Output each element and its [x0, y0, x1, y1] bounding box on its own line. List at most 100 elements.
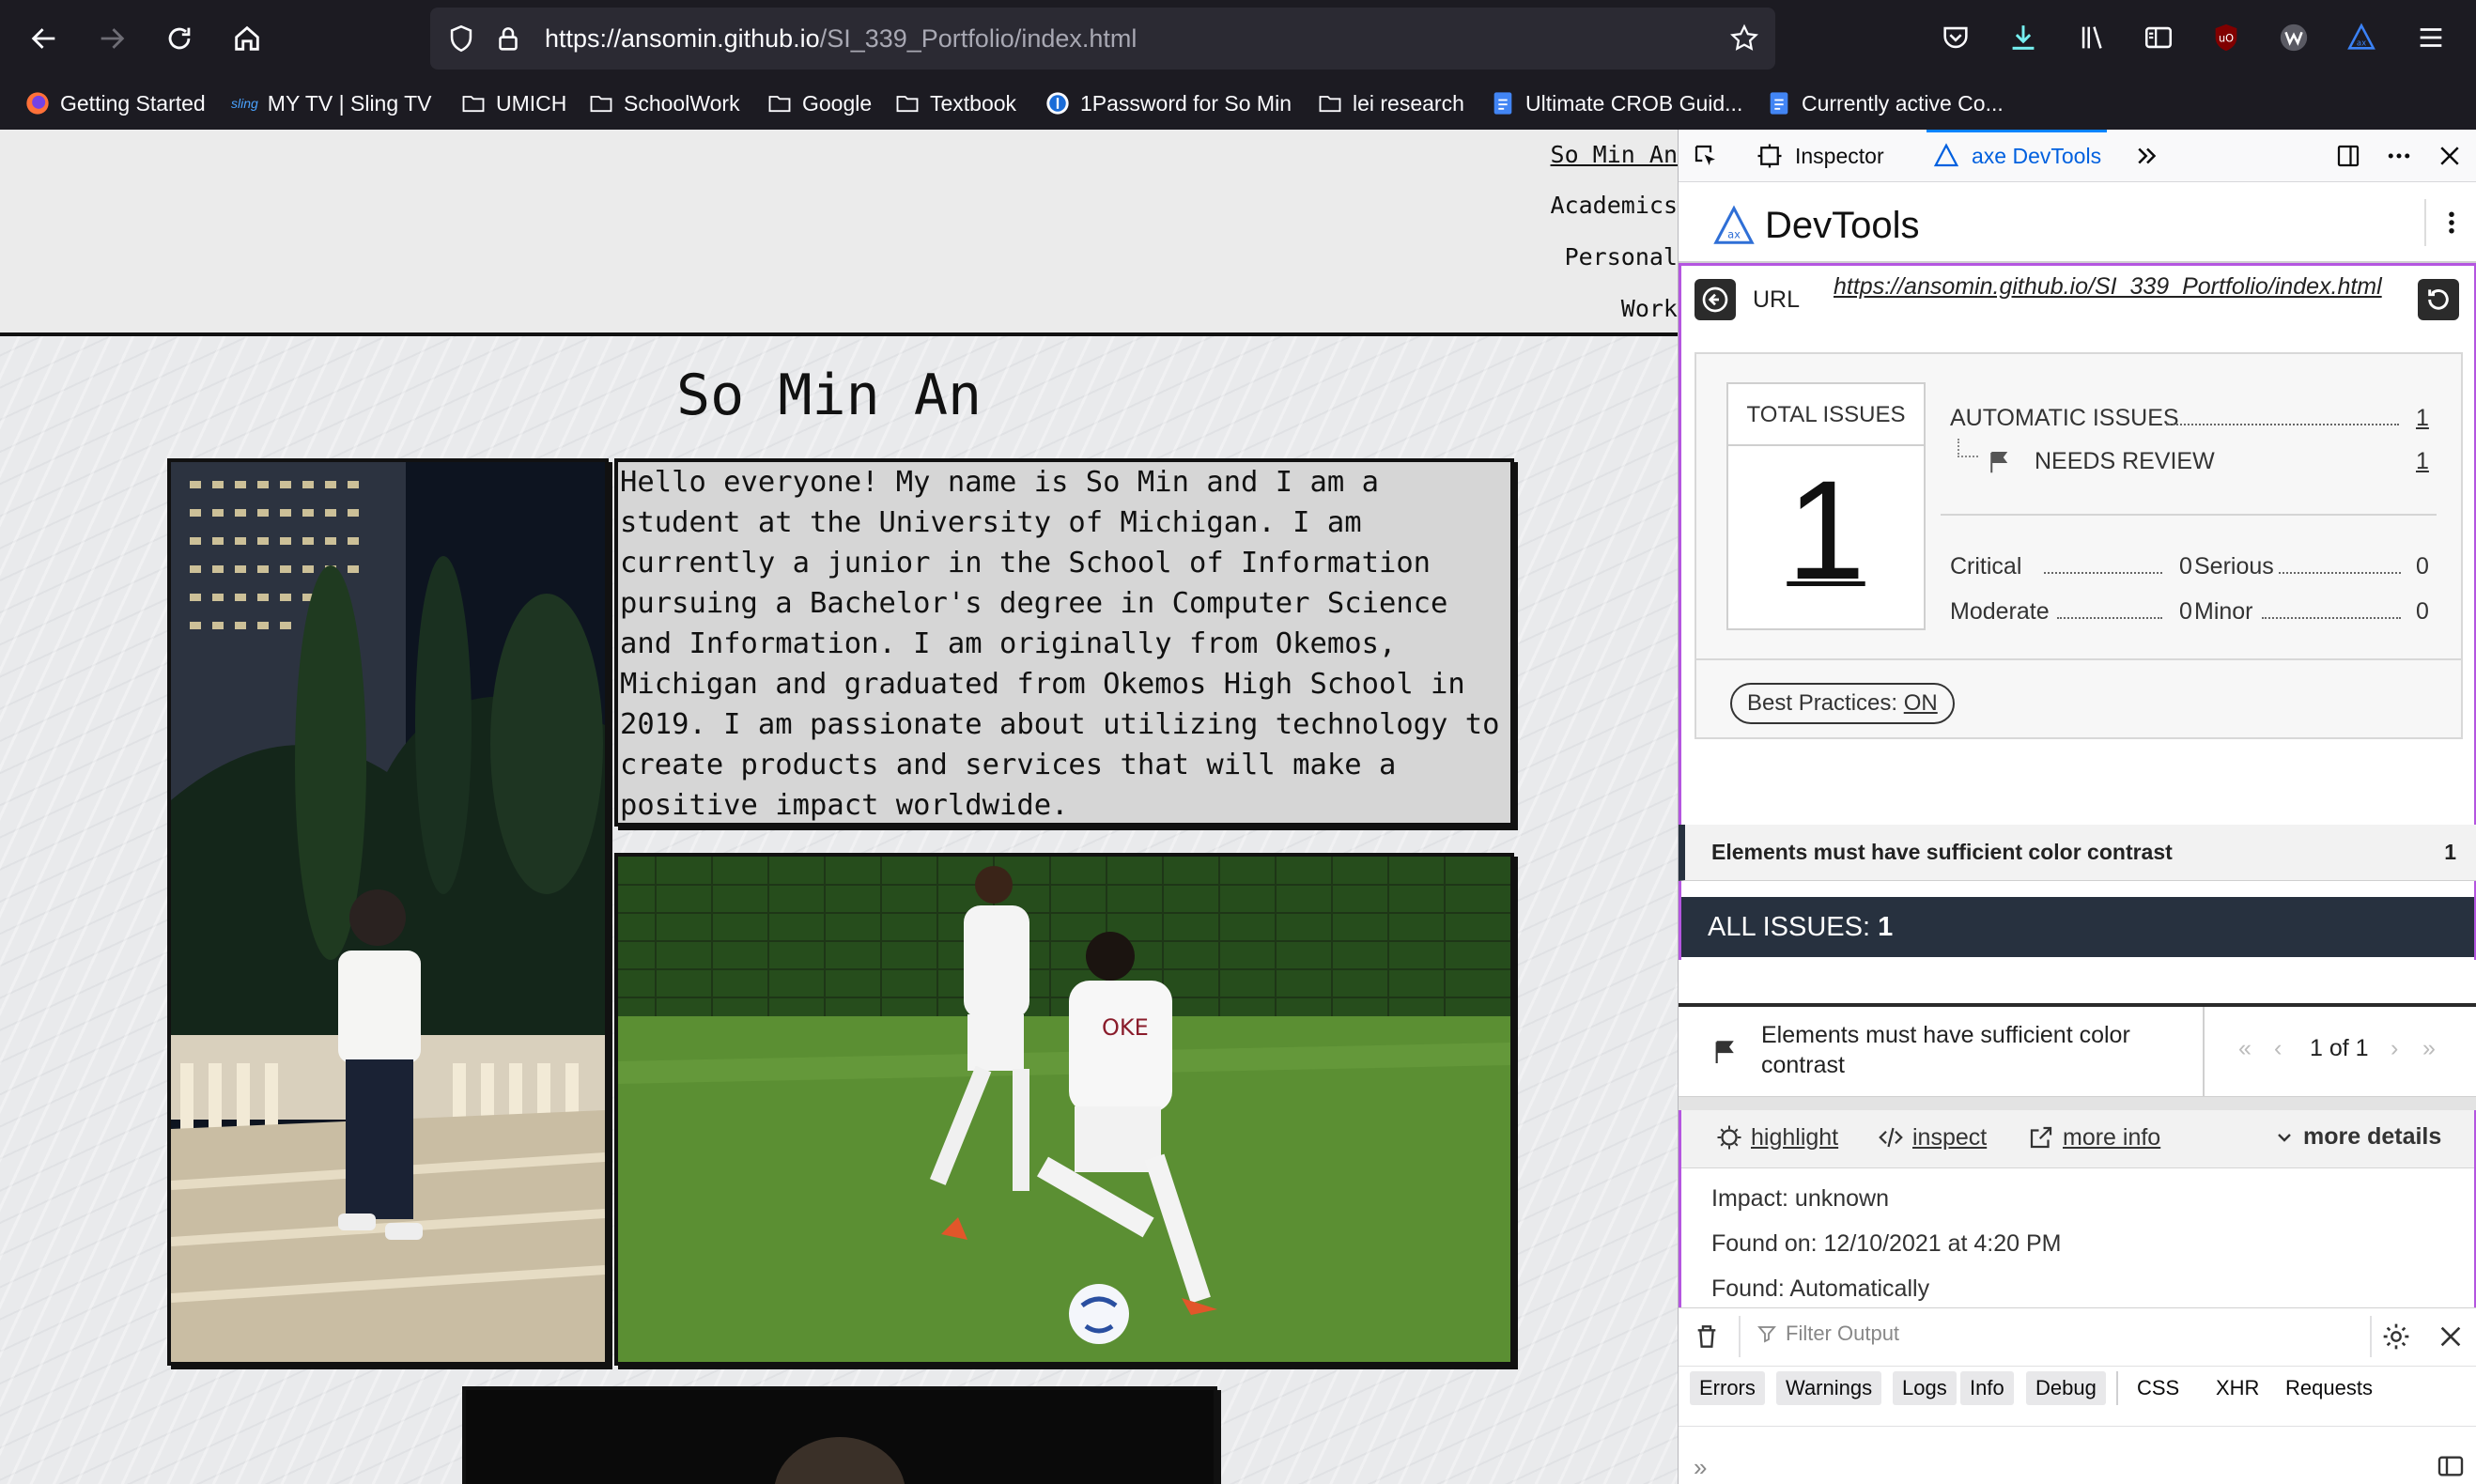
bookmark-lei-research[interactable]: lei research [1317, 86, 1464, 120]
total-issues-label: TOTAL ISSUES [1728, 384, 1924, 446]
url-text[interactable]: https://ansomin.github.io/SI_339_Portfol… [545, 24, 1137, 54]
total-issues-value[interactable]: 1 [1728, 459, 1924, 600]
filter-css[interactable]: CSS [2137, 1371, 2179, 1405]
bookmark-label: Google [802, 90, 873, 116]
devtools-menu-button[interactable] [2385, 130, 2413, 182]
wappalyzer-button[interactable] [2273, 17, 2314, 58]
found-on-text: Found on: 12/10/2021 at 4:20 PM [1711, 1230, 2062, 1257]
portrait-photo [167, 458, 609, 1366]
sidebar-button[interactable] [2138, 17, 2179, 58]
inspect-link[interactable]: inspect [1912, 1124, 1987, 1152]
issue-actions-bar: highlight inspect more info more details [1681, 1110, 2474, 1168]
trash-icon[interactable] [1692, 1322, 1722, 1352]
bookmark-1password[interactable]: 1Password for So Min [1045, 86, 1292, 120]
highlight-link[interactable]: highlight [1751, 1124, 1838, 1152]
bookmark-crob-guide[interactable]: Ultimate CROB Guid... [1490, 86, 1742, 120]
nav-link-work[interactable]: Work [1621, 295, 1678, 322]
dotted-leader [2262, 617, 2401, 619]
bookmark-label: UMICH [496, 90, 567, 116]
inspect-button[interactable]: inspect [1877, 1123, 1987, 1152]
back-button[interactable] [19, 13, 70, 64]
reload-button[interactable] [154, 13, 205, 64]
filter-errors[interactable]: Errors [1690, 1371, 1765, 1405]
minor-label: Minor [2194, 598, 2253, 625]
bookmark-schoolwork[interactable]: SchoolWork [588, 86, 740, 120]
gear-icon[interactable] [2381, 1322, 2411, 1352]
more-info-link[interactable]: more info [2063, 1124, 2160, 1152]
pocket-button[interactable] [1935, 17, 1976, 58]
dock-button[interactable] [2334, 130, 2362, 182]
forward-button[interactable] [86, 13, 137, 64]
console-prompt-icon[interactable]: » [1694, 1453, 1707, 1482]
arrow-left-icon [31, 28, 55, 49]
first-page-button[interactable]: « [2238, 1035, 2252, 1062]
bookmark-label: SchoolWork [624, 90, 740, 116]
close-devtools-button[interactable] [2436, 130, 2464, 182]
filter-requests[interactable]: Requests [2285, 1371, 2373, 1405]
next-page-button[interactable]: › [2391, 1035, 2398, 1062]
issue-row[interactable]: Elements must have sufficient color cont… [1679, 825, 2476, 881]
toolbar-divider [1739, 1316, 1741, 1357]
axe-logo-icon: ax [1713, 205, 1755, 244]
folder-icon [766, 90, 793, 116]
nav-link-academics[interactable]: Academics [1551, 192, 1678, 219]
filter-warnings[interactable]: Warnings [1776, 1371, 1882, 1405]
split-console-icon[interactable] [2436, 1451, 2466, 1481]
dock-icon [2337, 145, 2360, 167]
filter-info[interactable]: Info [1960, 1371, 2014, 1405]
library-button[interactable] [2072, 17, 2113, 58]
last-page-button[interactable]: » [2422, 1035, 2436, 1062]
axe-menu-button[interactable] [2424, 199, 2471, 246]
svg-text:uO: uO [2219, 31, 2234, 44]
prev-page-button[interactable]: ‹ [2274, 1035, 2282, 1062]
bookmark-sling[interactable]: sling MY TV | Sling TV [231, 86, 432, 120]
all-issues-label: ALL ISSUES: [1708, 912, 1871, 942]
moderate-label: Moderate [1950, 598, 2050, 625]
filter-debug[interactable]: Debug [2026, 1371, 2106, 1405]
nav-link-personal[interactable]: Personal [1565, 243, 1678, 271]
third-image [466, 1390, 1214, 1484]
more-details-toggle[interactable]: more details [2273, 1123, 2441, 1151]
kebab-icon [2449, 211, 2454, 234]
best-practices-label: Best Practices: [1747, 690, 1898, 716]
filter-output-input[interactable]: Filter Output [1756, 1322, 1899, 1346]
bookmark-google[interactable]: Google [766, 86, 872, 120]
more-tools-button[interactable] [2133, 130, 2161, 182]
back-to-overview-button[interactable] [1695, 279, 1736, 320]
bookmark-currently-active[interactable]: Currently active Co... [1766, 86, 2004, 120]
url-bar[interactable]: https://ansomin.github.io/SI_339_Portfol… [430, 8, 1775, 70]
lock-icon[interactable] [492, 23, 524, 54]
svg-text:ax: ax [2357, 39, 2366, 49]
automatic-issues-value[interactable]: 1 [2416, 405, 2429, 432]
best-practices-toggle[interactable]: Best Practices: ON [1730, 683, 1955, 724]
axe-extension-button[interactable]: ax [2341, 17, 2382, 58]
needs-review-value[interactable]: 1 [2416, 448, 2429, 475]
bookmark-label: Ultimate CROB Guid... [1525, 90, 1743, 116]
scanned-url-link[interactable]: https://ansomin.github.io/SI_339_Portfol… [1834, 271, 2395, 301]
tab-inspector[interactable]: Inspector [1756, 130, 1884, 182]
shield-icon[interactable] [445, 23, 477, 54]
issue-row-label: Elements must have sufficient color cont… [1711, 840, 2173, 864]
bookmark-getting-started[interactable]: Getting Started [24, 86, 206, 120]
highlight-button[interactable]: highlight [1715, 1123, 1838, 1152]
filter-xhr[interactable]: XHR [2216, 1371, 2259, 1405]
close-icon[interactable] [2436, 1322, 2466, 1352]
tab-axe-devtools[interactable]: axe DevTools [1927, 130, 2108, 182]
home-button[interactable] [222, 13, 272, 64]
more-info-button[interactable]: more info [2027, 1123, 2160, 1152]
star-icon[interactable] [1728, 23, 1760, 54]
bookmark-textbook[interactable]: Textbook [894, 86, 1016, 120]
ublock-button[interactable]: uO [2205, 17, 2247, 58]
arrow-circle-left-icon [1702, 286, 1728, 313]
bookmark-umich[interactable]: UMICH [460, 86, 566, 120]
impact-text: Impact: unknown [1711, 1185, 1889, 1212]
filter-divider [2116, 1371, 2118, 1405]
hamburger-icon [2420, 28, 2442, 47]
nav-link-home[interactable]: So Min An [1551, 141, 1678, 168]
filter-logs[interactable]: Logs [1893, 1371, 1957, 1405]
card-divider [1696, 658, 2461, 660]
downloads-button[interactable] [2003, 17, 2044, 58]
menu-button[interactable] [2410, 17, 2452, 58]
rescan-button[interactable] [2418, 279, 2459, 320]
pick-element-button[interactable] [1692, 130, 1720, 182]
